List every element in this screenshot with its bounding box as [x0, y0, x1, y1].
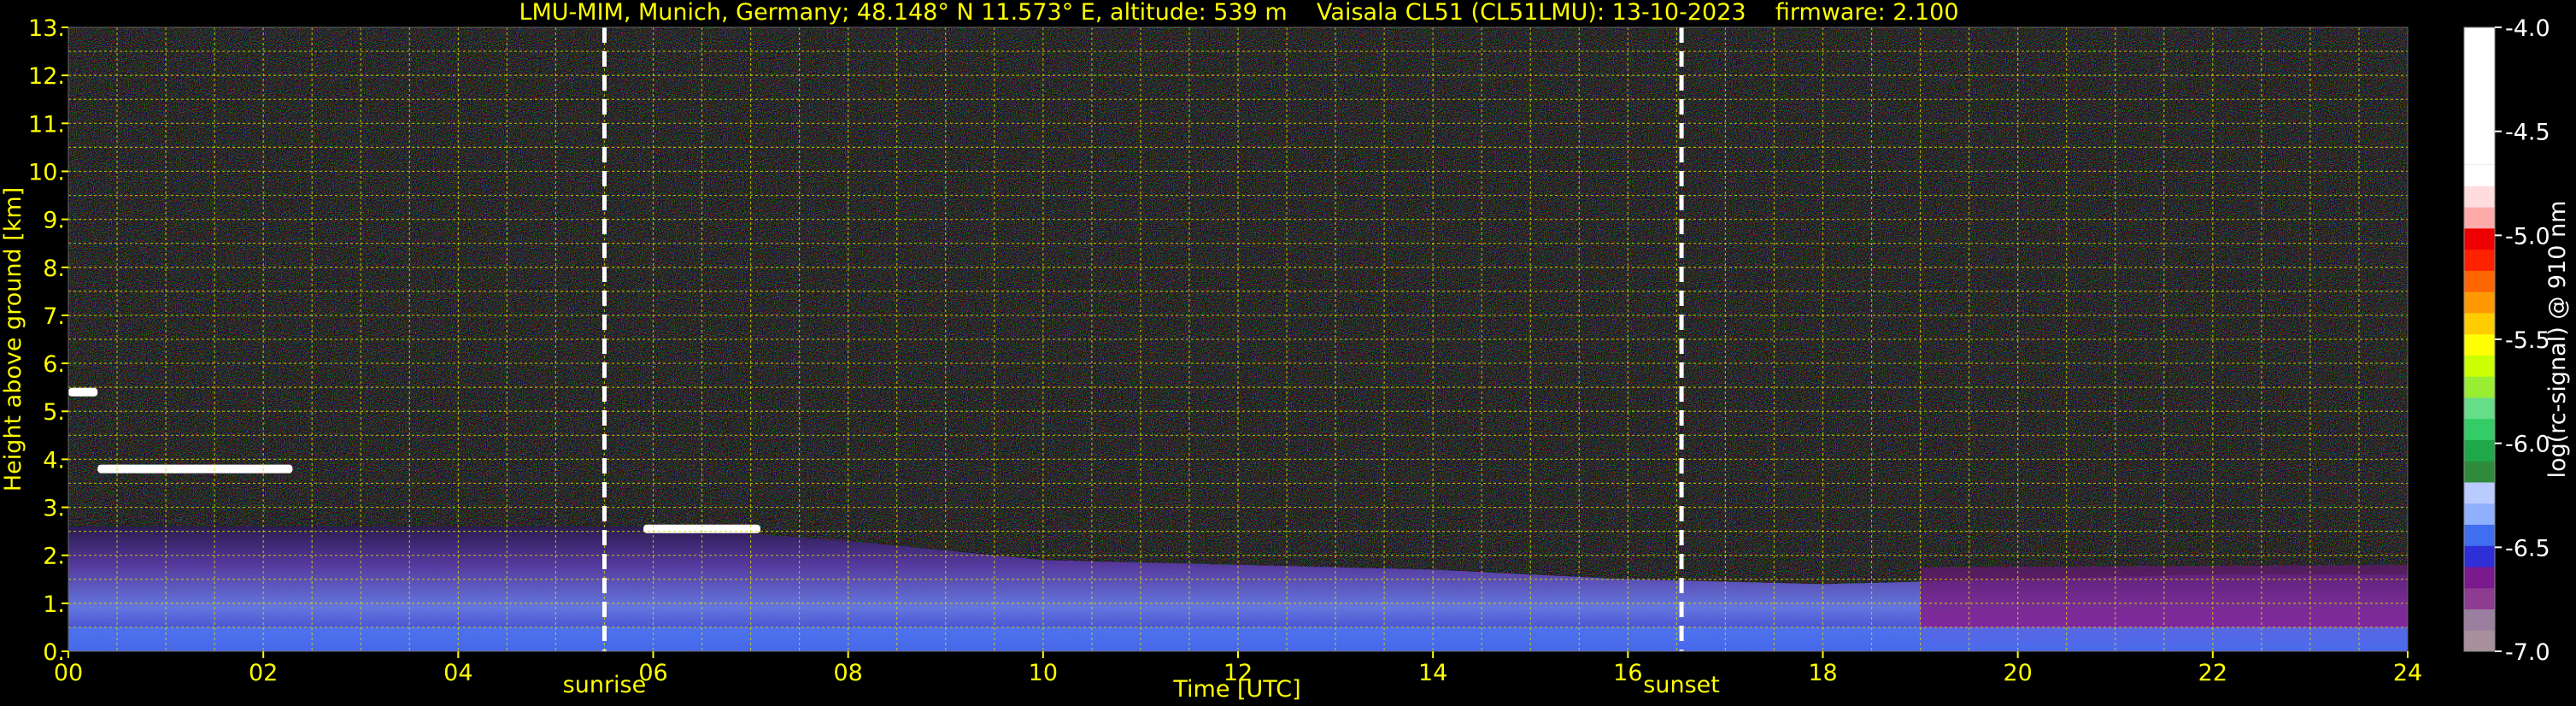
x-tick-label: 16	[1613, 660, 1642, 686]
colorbar-swatch	[2464, 566, 2495, 589]
x-tick-label: 20	[2003, 660, 2032, 686]
colorbar-tick-label: -6.0	[2505, 432, 2550, 458]
y-tick-label: 7.	[43, 303, 65, 330]
colorbar-tick-label: -4.0	[2505, 15, 2550, 42]
x-tick-label: 04	[443, 660, 472, 686]
y-ticks: 0. 1. 2. 3. 4. 5. 6. 7. 8. 9. 10. 11. 12. 13.	[28, 15, 68, 666]
event-label: sunset	[1643, 672, 1720, 698]
colorbar-swatch	[2464, 207, 2495, 229]
colorbar-swatches	[2464, 27, 2495, 652]
colorbar-swatch	[2464, 270, 2495, 292]
colorbar-swatch	[2464, 249, 2495, 271]
chart-title: LMU-MIM, Munich, Germany; 48.148° N 11.5…	[519, 0, 1958, 26]
y-axis-label: Height above ground [km]	[0, 187, 26, 491]
x-tick-label: 22	[2198, 660, 2227, 686]
x-tick-label: 02	[249, 660, 278, 686]
colorbar-swatch	[2464, 312, 2495, 335]
colorbar-swatch	[2464, 461, 2495, 483]
colorbar-swatch	[2464, 609, 2495, 631]
y-tick-label: 3.	[43, 496, 65, 522]
colorbar-ticks: -4.0 -4.5 -5.0 -5.5 -6.0 -6.5 -7.0	[2495, 15, 2550, 666]
colorbar: -4.0 -4.5 -5.0 -5.5 -6.0 -6.5 -7.0 log(rc-sign…	[2463, 15, 2571, 666]
colorbar-swatch	[2464, 481, 2495, 504]
ceilometer-chart: LMU-MIM, Munich, Germany; 48.148° N 11.5…	[0, 0, 2571, 703]
colorbar-swatch	[2464, 503, 2495, 525]
colorbar-swatch	[2464, 164, 2495, 186]
y-tick-label: 4.	[43, 447, 65, 474]
colorbar-swatch	[2464, 185, 2495, 208]
colorbar-swatch	[2464, 524, 2495, 546]
colorbar-swatch	[2464, 397, 2495, 420]
colorbar-tick-label: -4.5	[2505, 120, 2550, 146]
y-tick-label: 12.	[28, 63, 65, 90]
colorbar-swatch	[2464, 376, 2495, 398]
colorbar-label: log(rc-signal) @ 910 nm	[2544, 201, 2571, 479]
colorbar-swatch	[2464, 333, 2495, 356]
colorbar-tick-label: -7.0	[2505, 639, 2550, 666]
colorbar-swatch	[2464, 587, 2495, 609]
x-tick-label: 14	[1418, 660, 1447, 686]
y-tick-label: 0.	[43, 639, 65, 666]
colorbar-swatch	[2464, 630, 2495, 652]
y-tick-label: 6.	[43, 351, 65, 378]
colorbar-swatch	[2464, 291, 2495, 314]
y-tick-label: 9.	[43, 208, 65, 234]
y-tick-label: 10.	[28, 159, 65, 185]
x-tick-label: 18	[1808, 660, 1837, 686]
y-tick-label: 13.	[28, 15, 65, 42]
y-tick-label: 2.	[43, 544, 65, 570]
x-tick-label: 08	[833, 660, 862, 686]
colorbar-swatch	[2464, 545, 2495, 568]
y-tick-label: 8.	[43, 256, 65, 282]
colorbar-swatch	[2464, 27, 2495, 165]
colorbar-tick-label: -5.5	[2505, 327, 2550, 354]
colorbar-swatch	[2464, 227, 2495, 250]
event-label: sunrise	[563, 672, 647, 698]
colorbar-tick-label: -5.0	[2505, 223, 2550, 250]
x-ticks: 00 02 04 06 08 10 12 14 16 18 20 22 24	[54, 651, 2422, 686]
x-tick-label: 10	[1029, 660, 1058, 686]
colorbar-swatch	[2464, 418, 2495, 440]
y-tick-label: 11.	[28, 111, 65, 138]
colorbar-tick-label: -6.5	[2505, 535, 2550, 562]
x-tick-label: 24	[2393, 660, 2422, 686]
y-tick-label: 5.	[43, 399, 65, 426]
plot-area	[67, 26, 2409, 652]
x-tick-label: 12	[1223, 660, 1253, 686]
cloud-layer	[68, 387, 98, 397]
colorbar-swatch	[2464, 355, 2495, 377]
y-tick-label: 1.	[43, 591, 65, 618]
colorbar-swatch	[2464, 439, 2495, 462]
